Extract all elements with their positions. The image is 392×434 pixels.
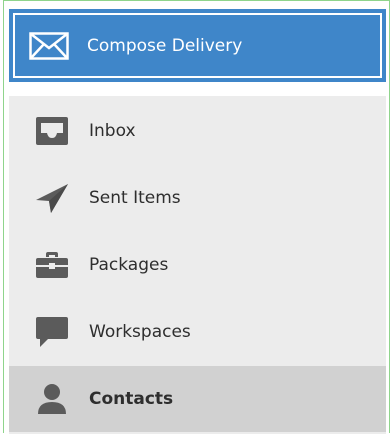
sidebar-item-contacts[interactable]: Contacts [9,366,386,432]
sidebar-nav: Inbox Sent Items Packages Workspaces Con… [9,96,386,434]
sidebar-item-label: Packages [89,255,169,275]
inbox-tray-icon [30,115,74,147]
paper-plane-icon [30,182,74,214]
chat-bubble-icon [30,315,74,349]
sidebar-item-label: Workspaces [89,322,191,342]
compose-delivery-button[interactable]: Compose Delivery [13,13,382,78]
sidebar-item-inbox[interactable]: Inbox [9,98,386,164]
sidebar-item-packages[interactable]: Packages [9,232,386,298]
sidebar-item-label: Contacts [89,389,174,409]
compose-delivery-container: Compose Delivery [9,9,386,82]
sidebar-item-label: Inbox [89,121,136,141]
envelope-icon [29,31,69,61]
sidebar-item-workspaces[interactable]: Workspaces [9,299,386,365]
briefcase-icon [30,250,74,280]
person-icon [30,382,74,416]
compose-delivery-label: Compose Delivery [87,35,243,56]
sidebar-item-sent-items[interactable]: Sent Items [9,165,386,231]
sidebar-item-label: Sent Items [89,188,181,208]
